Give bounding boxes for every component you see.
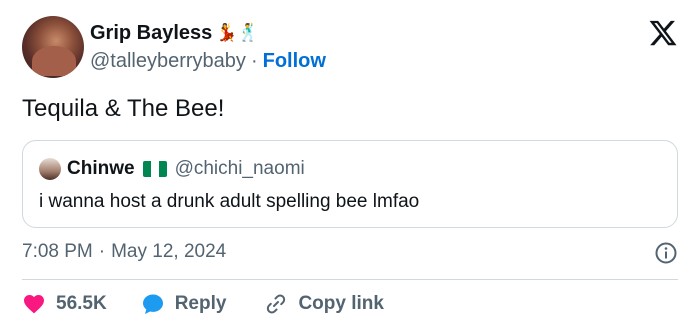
reply-bubble-icon (142, 294, 163, 314)
action-bar: 56.5K Reply Copy link (22, 290, 384, 318)
tweet-timestamp[interactable]: 7:08 PM · May 12, 2024 (22, 240, 226, 264)
like-count: 56.5K (56, 293, 107, 314)
handle-separator: · (250, 49, 258, 72)
reply-button[interactable]: Reply (141, 292, 227, 316)
quoted-author-handle: @chichi_naomi (174, 158, 305, 179)
tweet-time: 7:08 PM (22, 241, 93, 262)
reply-label: Reply (174, 293, 227, 314)
follow-button[interactable]: Follow (263, 50, 326, 73)
quoted-avatar (39, 158, 61, 180)
author-avatar[interactable] (22, 16, 84, 78)
author-name-row: Grip Bayless 💃🕺 (90, 20, 259, 46)
x-logo-icon[interactable] (648, 18, 678, 48)
author-handle-row: @talleyberrybaby · Follow (90, 48, 326, 74)
quoted-author-name: Chinwe (67, 158, 135, 179)
author-handle[interactable]: @talleyberrybaby (90, 50, 246, 73)
author-name[interactable]: Grip Bayless (90, 22, 212, 45)
divider (22, 279, 678, 280)
tweet-text: Tequila & The Bee! (22, 95, 225, 122)
copy-link-button[interactable]: Copy link (264, 292, 384, 316)
info-icon[interactable] (654, 241, 678, 265)
link-icon (267, 294, 286, 314)
tweet-date: May 12, 2024 (111, 241, 227, 262)
quoted-header: Chinwe @chichi_naomi (39, 157, 305, 181)
quoted-text: i wanna host a drunk adult spelling bee … (39, 191, 420, 212)
quoted-tweet[interactable]: Chinwe @chichi_naomi i wanna host a drun… (22, 140, 678, 228)
copy-link-label: Copy link (298, 293, 384, 314)
tweet-header: Grip Bayless 💃🕺 @talleyberrybaby · Follo… (22, 16, 682, 78)
dancer-emoji-icons: 💃🕺 (216, 22, 259, 43)
like-button[interactable]: 56.5K (22, 292, 107, 316)
meta-separator: · (98, 241, 106, 262)
nigeria-flag-icon (142, 161, 167, 177)
heart-icon (24, 295, 44, 314)
